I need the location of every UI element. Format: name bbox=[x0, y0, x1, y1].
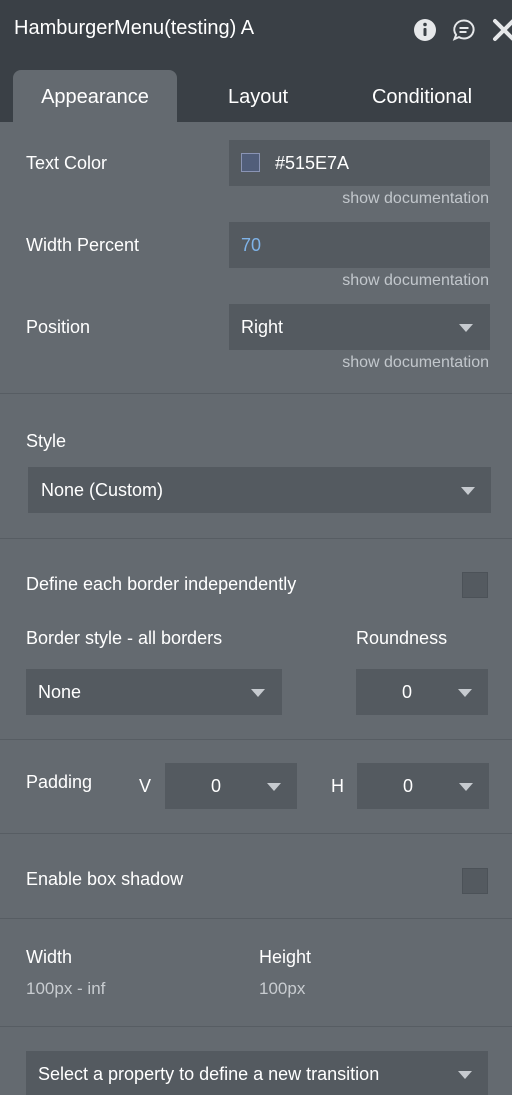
position-label: Position bbox=[26, 317, 91, 337]
border-style-value: None bbox=[38, 682, 82, 702]
text-color-field[interactable]: #515E7A bbox=[229, 140, 490, 186]
width-percent-input[interactable]: 70 bbox=[229, 222, 490, 268]
style-value: None (Custom) bbox=[41, 480, 164, 500]
info-icon[interactable] bbox=[413, 18, 437, 42]
style-label: Style bbox=[26, 431, 67, 451]
section-divider bbox=[0, 393, 512, 394]
padding-h-value: 0 bbox=[403, 776, 414, 796]
text-color-value: #515E7A bbox=[275, 153, 350, 173]
box-shadow-label: Enable box shadow bbox=[26, 869, 184, 889]
show-documentation-link[interactable]: show documentation bbox=[342, 190, 489, 208]
style-dropdown[interactable]: None (Custom) bbox=[28, 467, 491, 513]
comment-icon[interactable] bbox=[452, 18, 476, 42]
width-value: 100px - inf bbox=[26, 979, 106, 998]
title-bar: HamburgerMenu(testing) A bbox=[0, 0, 512, 60]
roundness-dropdown[interactable]: 0 bbox=[356, 669, 488, 715]
tab-conditional[interactable]: Conditional bbox=[352, 70, 492, 122]
position-value: Right bbox=[241, 317, 284, 337]
chevron-down-icon bbox=[458, 689, 472, 697]
width-percent-label: Width Percent bbox=[26, 235, 140, 255]
section-divider bbox=[0, 1026, 512, 1027]
chevron-down-icon bbox=[459, 324, 473, 332]
color-swatch[interactable] bbox=[241, 153, 260, 172]
chevron-down-icon bbox=[458, 1071, 472, 1079]
tab-layout[interactable]: Layout bbox=[208, 70, 308, 122]
define-border-checkbox[interactable] bbox=[462, 572, 488, 598]
show-documentation-link[interactable]: show documentation bbox=[342, 354, 489, 372]
height-value: 100px bbox=[259, 979, 306, 998]
roundness-label: Roundness bbox=[356, 628, 448, 648]
element-title: HamburgerMenu(testing) A bbox=[14, 17, 255, 39]
padding-h-dropdown[interactable]: 0 bbox=[357, 763, 489, 809]
transition-property-dropdown[interactable]: Select a property to define a new transi… bbox=[26, 1051, 488, 1095]
tab-appearance[interactable]: Appearance bbox=[13, 70, 177, 122]
width-label: Width bbox=[26, 947, 73, 967]
box-shadow-checkbox[interactable] bbox=[462, 868, 488, 894]
roundness-value: 0 bbox=[402, 682, 413, 702]
padding-v-dropdown[interactable]: 0 bbox=[165, 763, 297, 809]
chevron-down-icon bbox=[459, 783, 473, 791]
border-style-dropdown[interactable]: None bbox=[26, 669, 282, 715]
tab-bar: Appearance Layout Conditional bbox=[0, 60, 512, 122]
padding-v-label: V bbox=[139, 776, 152, 796]
padding-v-value: 0 bbox=[211, 776, 222, 796]
define-border-label: Define each border independently bbox=[26, 574, 297, 594]
section-divider bbox=[0, 833, 512, 834]
chevron-down-icon bbox=[251, 689, 265, 697]
padding-h-label: H bbox=[331, 776, 344, 796]
section-divider bbox=[0, 538, 512, 539]
height-label: Height bbox=[259, 947, 312, 967]
padding-label: Padding bbox=[26, 772, 93, 792]
show-documentation-link[interactable]: show documentation bbox=[342, 272, 489, 290]
transition-placeholder: Select a property to define a new transi… bbox=[38, 1064, 380, 1084]
chevron-down-icon bbox=[461, 487, 475, 495]
show-documentation-link[interactable]: show documentation bbox=[342, 122, 489, 127]
width-percent-value: 70 bbox=[241, 235, 262, 255]
chevron-down-icon bbox=[267, 783, 281, 791]
appearance-panel: show documentation Text Color #515E7A sh… bbox=[0, 122, 512, 1095]
position-dropdown[interactable]: Right bbox=[229, 304, 490, 350]
section-divider bbox=[0, 739, 512, 740]
text-color-label: Text Color bbox=[26, 153, 108, 173]
close-icon[interactable] bbox=[492, 18, 512, 42]
section-divider bbox=[0, 918, 512, 919]
border-style-label: Border style - all borders bbox=[26, 628, 223, 648]
